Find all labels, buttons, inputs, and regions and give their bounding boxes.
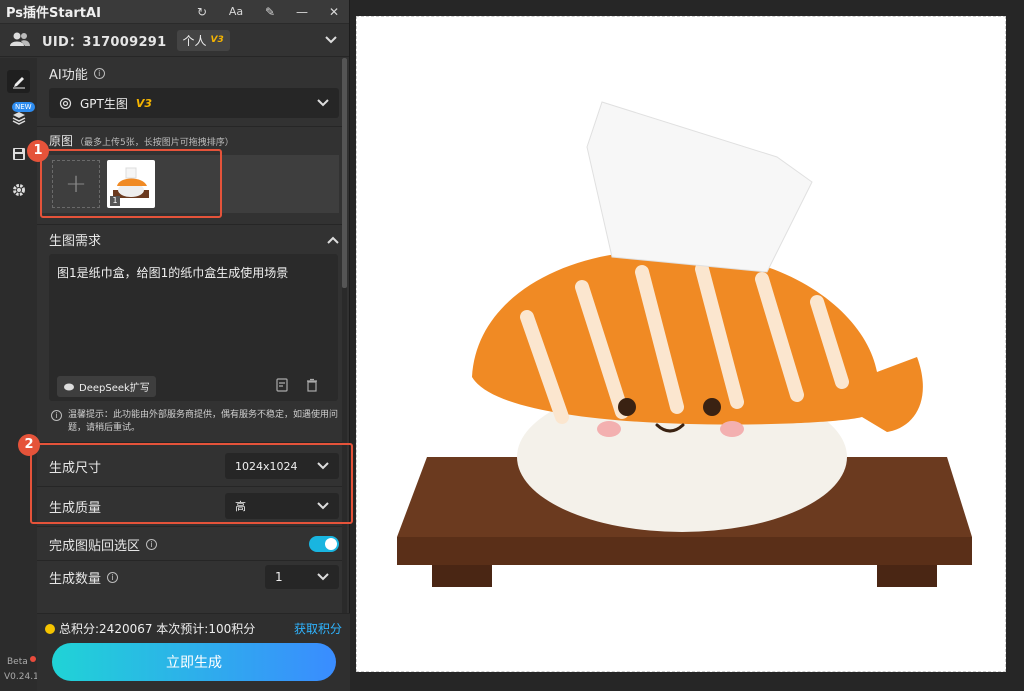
model-version: V3 — [135, 96, 153, 110]
chevron-down-icon[interactable] — [325, 33, 337, 47]
count-header: 生成数量 i — [49, 568, 119, 587]
chevron-down-icon — [317, 99, 329, 107]
ai-function-header: AI功能 i — [49, 64, 105, 83]
count-value: 1 — [275, 570, 283, 584]
model-select[interactable]: GPT生图 V3 — [49, 88, 339, 118]
beta-dot — [30, 656, 36, 662]
openai-icon — [59, 97, 72, 109]
source-image-header: 原图 （最多上传5张，长按图片可拖拽排序） — [49, 132, 234, 149]
divider — [37, 224, 342, 225]
history-icon[interactable] — [275, 378, 289, 395]
scroll-thumb[interactable] — [342, 58, 347, 288]
app-title: Ps插件StartAI — [6, 6, 101, 21]
plan-version: V3 — [210, 35, 224, 45]
users-icon — [10, 32, 30, 49]
layers-tool-button[interactable] — [7, 106, 30, 129]
model-name: GPT生图 — [80, 96, 128, 111]
chevron-down-icon — [317, 573, 329, 581]
trash-icon[interactable] — [305, 378, 319, 395]
layers-icon — [12, 111, 25, 125]
settings-tool-button[interactable] — [7, 178, 30, 201]
divider — [37, 526, 342, 527]
annotation-marker-1: 1 — [27, 140, 49, 162]
footer: 总积分:2420067 本次预计:100积分 获取积分 立即生成 — [37, 613, 350, 691]
deepseek-expand-button[interactable]: DeepSeek扩写 — [57, 376, 156, 397]
pin-icon[interactable]: ✎ — [263, 5, 277, 19]
settings-content: AI功能 i GPT生图 V3 原图 （最多上传5张，长按图片可拖拽排序） + … — [37, 58, 342, 613]
minimize-icon[interactable]: — — [295, 5, 309, 19]
paste-back-header: 完成图贴回选区 i — [49, 535, 158, 554]
chevron-up-icon — [327, 236, 339, 244]
save-icon — [12, 147, 25, 160]
deepseek-icon — [64, 383, 74, 391]
edit-tool-button[interactable] — [7, 70, 30, 93]
info-icon[interactable]: i — [107, 571, 119, 583]
annotation-marker-2: 2 — [18, 434, 40, 456]
user-bar: UID：317009291 个人 V3 — [0, 24, 349, 57]
annotation-box-1 — [40, 149, 222, 218]
divider — [37, 126, 342, 127]
scrollbar[interactable] — [342, 58, 347, 613]
generate-button[interactable]: 立即生成 — [52, 643, 336, 681]
plugin-panel: Ps插件StartAI ↻ Aa ✎ — ✕ UID：317009291 个人 … — [0, 0, 350, 691]
paste-back-label: 完成图贴回选区 — [49, 538, 141, 554]
annotation-box-2 — [30, 443, 353, 524]
close-icon[interactable]: ✕ — [327, 5, 341, 19]
points-info: 总积分:2420067 本次预计:100积分 — [45, 620, 255, 637]
canvas-area — [350, 0, 1024, 691]
plan-name: 个人 — [182, 33, 207, 48]
deepseek-label: DeepSeek扩写 — [79, 383, 150, 394]
sushi-tissue-box-image — [397, 101, 972, 587]
count-select[interactable]: 1 — [265, 565, 339, 589]
font-size-icon[interactable]: Aa — [227, 5, 245, 19]
coin-icon — [45, 623, 55, 634]
service-tip: i 温馨提示：此功能由外部服务商提供，偶有服务不稳定，如遇使用问题，请稍后重试。 — [51, 409, 338, 435]
refresh-icon[interactable]: ↻ — [195, 5, 209, 19]
service-tip-text: 温馨提示：此功能由外部服务商提供，偶有服务不稳定，如遇使用问题，请稍后重试。 — [68, 410, 339, 433]
prompt-header[interactable]: 生图需求 — [49, 230, 339, 249]
count-row: 生成数量 i 1 — [49, 564, 339, 590]
info-icon: i — [51, 410, 62, 421]
info-icon[interactable]: i — [93, 68, 105, 79]
info-icon[interactable]: i — [146, 538, 158, 550]
source-image-hint: （最多上传5张，长按图片可拖拽排序） — [75, 138, 234, 148]
ai-function-label: AI功能 — [49, 68, 88, 83]
divider — [37, 560, 342, 561]
beta-label: Beta — [7, 657, 28, 667]
gear-icon — [12, 183, 25, 196]
plan-badge: 个人 V3 — [176, 29, 230, 51]
uid-label: UID：317009291 — [42, 34, 167, 50]
points-text: 总积分:2420067 本次预计:100积分 — [59, 622, 256, 636]
pencil-icon — [12, 76, 25, 88]
paste-back-toggle[interactable] — [309, 536, 339, 552]
get-points-link[interactable]: 获取积分 — [294, 620, 342, 637]
count-label: 生成数量 — [49, 571, 102, 587]
document-canvas[interactable] — [356, 16, 1006, 672]
paste-back-row: 完成图贴回选区 i — [49, 532, 339, 556]
source-image-label: 原图 — [49, 134, 74, 148]
title-bar: Ps插件StartAI ↻ Aa ✎ — ✕ — [0, 0, 349, 24]
version-label: V0.24.1 — [4, 672, 39, 682]
prompt-label: 生图需求 — [49, 234, 102, 249]
